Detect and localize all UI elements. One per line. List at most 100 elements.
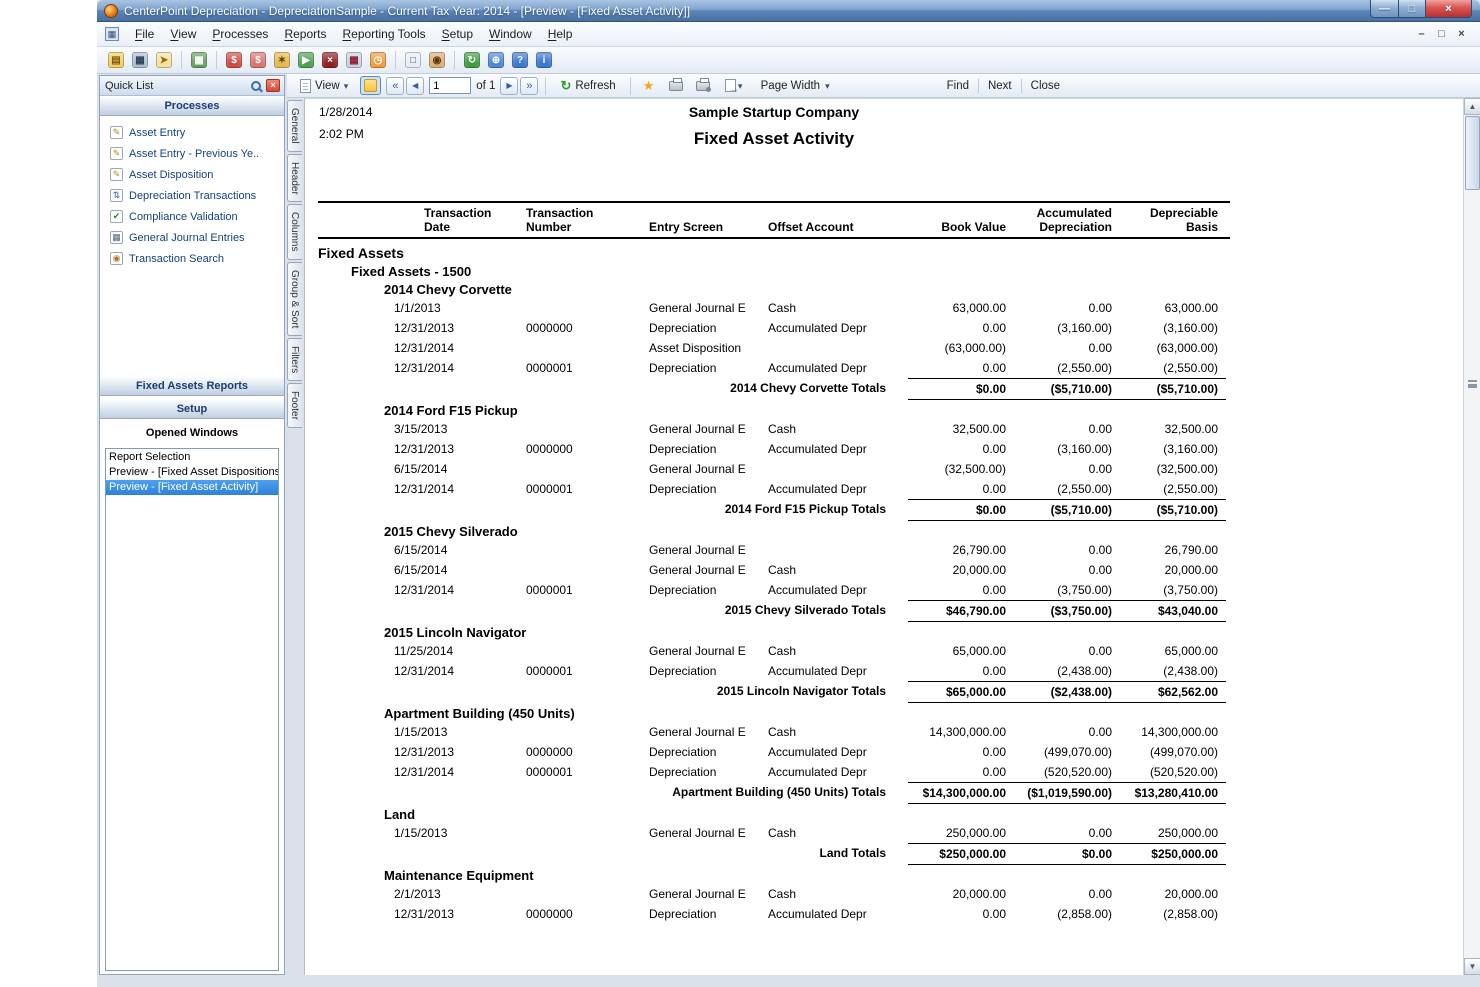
- totals-book-value: $14,300,000.00: [908, 782, 1014, 804]
- new-window-button[interactable]: □: [402, 49, 424, 71]
- tab-header[interactable]: Header: [287, 154, 302, 203]
- lookup-button[interactable]: ◉: [426, 49, 448, 71]
- cell-transaction-number: 0000000: [513, 439, 636, 459]
- menu-item-processes[interactable]: Processes: [204, 24, 276, 44]
- cell-depreciable-basis: (2,550.00): [1120, 358, 1226, 378]
- cell-book-value: 0.00: [908, 904, 1014, 924]
- print-button[interactable]: ▦: [129, 49, 151, 71]
- menu-item-window[interactable]: Window: [481, 24, 540, 44]
- find-button[interactable]: Find: [947, 80, 969, 92]
- quick-list-close-button[interactable]: [266, 79, 280, 92]
- info-button[interactable]: i: [533, 49, 555, 71]
- quicklist-item-compliance-validation[interactable]: ✔Compliance Validation: [100, 206, 284, 227]
- tab-columns[interactable]: Columns: [287, 204, 302, 259]
- caption-buttons: —□×: [1370, 0, 1472, 18]
- mdi-minimize-button[interactable]: –: [1413, 27, 1430, 42]
- cell-book-value: 26,790.00: [908, 540, 1014, 560]
- quicklist-item-asset-disposition[interactable]: ✎Asset Disposition: [100, 164, 284, 185]
- scroll-up-button[interactable]: [1464, 98, 1480, 115]
- cell-depreciable-basis: 20,000.00: [1120, 884, 1226, 904]
- mdi-controls: –□×: [1413, 27, 1470, 42]
- next-page-button[interactable]: [500, 77, 518, 95]
- close-window-button[interactable]: ×: [319, 49, 341, 71]
- refresh-button[interactable]: ↻: [461, 49, 483, 71]
- zoom-select[interactable]: Page Width: [754, 77, 837, 95]
- close-button[interactable]: ×: [1426, 0, 1472, 18]
- close-preview-button[interactable]: Close: [1031, 80, 1060, 92]
- refresh-button[interactable]: Refresh: [553, 75, 622, 97]
- opened-window-preview-fixed-asset-activity[interactable]: Preview - [Fixed Asset Activity]: [106, 480, 278, 495]
- quicklist-item-transaction-search[interactable]: ◉Transaction Search: [100, 248, 284, 269]
- cell-book-value: 32,500.00: [908, 419, 1014, 439]
- receipts-button[interactable]: $: [247, 49, 269, 71]
- menu-item-file[interactable]: File: [127, 24, 162, 44]
- opened-windows-list: Report SelectionPreview - [Fixed Asset D…: [105, 448, 279, 971]
- scrollbar-thumb[interactable]: [1465, 116, 1480, 190]
- cell-transaction-date: 12/31/2014: [383, 762, 513, 782]
- vertical-scrollbar[interactable]: [1463, 98, 1480, 975]
- cell-accumulated-depreciation: (2,550.00): [1014, 479, 1120, 499]
- export-button[interactable]: [719, 76, 749, 96]
- page-number-input[interactable]: [429, 77, 471, 94]
- scroll-down-button[interactable]: [1464, 958, 1480, 975]
- cell-transaction-number: 0000001: [513, 762, 636, 782]
- menu-item-reporting-tools[interactable]: Reporting Tools: [334, 24, 433, 44]
- totals-accumulated-depreciation: ($5,710.00): [1014, 378, 1120, 400]
- previous-page-button[interactable]: [406, 77, 424, 95]
- maximize-button[interactable]: □: [1399, 0, 1426, 18]
- printer-settings-icon: [696, 81, 710, 91]
- print-setup-button[interactable]: [692, 76, 714, 96]
- opened-window-report-selection[interactable]: Report Selection: [106, 450, 278, 465]
- fixed-assets-reports-section-header[interactable]: Fixed Assets Reports: [100, 376, 284, 396]
- open-form-button[interactable]: ➤: [153, 49, 175, 71]
- menu-item-setup[interactable]: Setup: [434, 24, 481, 44]
- title-bar[interactable]: CenterPoint Depreciation - DepreciationS…: [97, 0, 1480, 22]
- totals-book-value: $0.00: [908, 499, 1014, 521]
- setup-section-header[interactable]: Setup: [100, 399, 284, 419]
- menu-item-view[interactable]: View: [162, 24, 204, 44]
- totals-row: 2015 Lincoln Navigator Totals$65,000.00(…: [383, 681, 1226, 703]
- tab-footer[interactable]: Footer: [287, 383, 302, 428]
- pin-icon[interactable]: [251, 81, 261, 91]
- reminders-button[interactable]: ◷: [367, 49, 389, 71]
- open-folder-button[interactable]: ▤: [105, 49, 127, 71]
- excel-export-button[interactable]: ▦: [188, 49, 210, 71]
- report-title: Fixed Asset Activity: [305, 129, 1243, 149]
- first-page-button[interactable]: [386, 77, 404, 95]
- menu-accel: S: [442, 27, 450, 41]
- totals-label: 2015 Lincoln Navigator Totals: [383, 681, 908, 703]
- processes-section-header[interactable]: Processes: [100, 96, 284, 116]
- find-next-button[interactable]: Next: [988, 80, 1012, 92]
- toggle-parameters-button[interactable]: [360, 76, 381, 95]
- menu-accel: W: [489, 27, 500, 41]
- web-button[interactable]: ⊕: [485, 49, 507, 71]
- run-button[interactable]: ▶: [295, 49, 317, 71]
- cell-accumulated-depreciation: (3,160.00): [1014, 439, 1120, 459]
- help-button[interactable]: ?: [509, 49, 531, 71]
- quicklist-item-asset-entry[interactable]: ✎Asset Entry: [100, 122, 284, 143]
- tools-button[interactable]: ✶: [271, 49, 293, 71]
- tab-group-sort[interactable]: Group & Sort: [287, 262, 302, 336]
- print-button[interactable]: [665, 76, 687, 96]
- ledger-button[interactable]: ▦: [343, 49, 365, 71]
- opened-window-preview-fixed-asset-dispositions[interactable]: Preview - [Fixed Asset Dispositions]: [106, 465, 278, 480]
- quicklist-item-general-journal-entries[interactable]: ▦General Journal Entries: [100, 227, 284, 248]
- quicklist-item-depreciation-transactions[interactable]: ⇅Depreciation Transactions: [100, 185, 284, 206]
- report-row: 12/31/20140000001DepreciationAccumulated…: [383, 479, 1226, 499]
- mdi-restore-button[interactable]: □: [1433, 27, 1450, 42]
- quicklist-item-asset-entry-previous-ye[interactable]: ✎Asset Entry - Previous Ye..: [100, 143, 284, 164]
- cell-transaction-date: 12/31/2013: [383, 904, 513, 924]
- menu-item-help[interactable]: Help: [540, 24, 581, 44]
- report-column-headers: Transaction DateTransaction NumberEntry …: [383, 203, 1230, 237]
- tab-filters[interactable]: Filters: [287, 338, 302, 381]
- view-button[interactable]: View: [293, 76, 355, 96]
- payments-button[interactable]: $: [223, 49, 245, 71]
- asset-heading-land: Land: [384, 807, 1243, 822]
- tab-general[interactable]: General: [287, 100, 302, 152]
- last-page-button[interactable]: [520, 77, 538, 95]
- menu-item-reports[interactable]: Reports: [276, 24, 334, 44]
- cell-offset-account: Cash: [755, 560, 908, 580]
- favorites-button[interactable]: [638, 76, 660, 96]
- minimize-button[interactable]: —: [1370, 0, 1399, 18]
- mdi-close-button[interactable]: ×: [1453, 27, 1470, 42]
